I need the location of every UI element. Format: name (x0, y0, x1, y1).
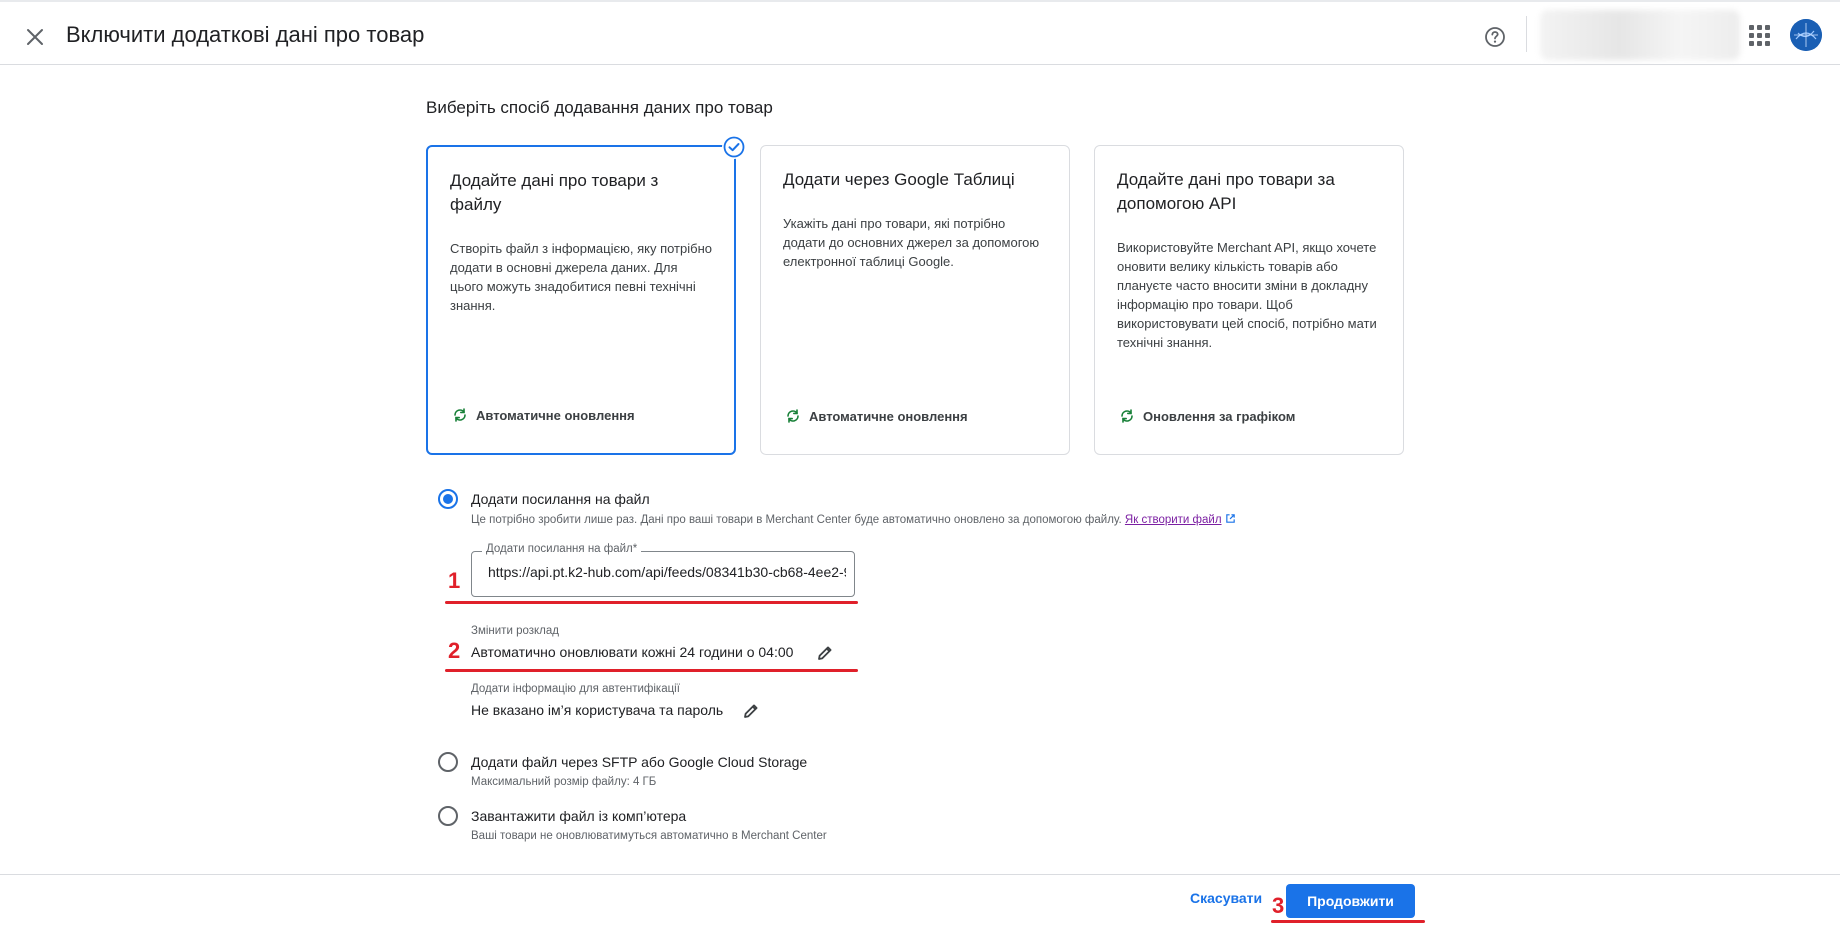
annotation-underline-2 (445, 669, 858, 672)
sync-icon (787, 409, 799, 423)
footer-divider (0, 874, 1840, 875)
schedule-label: Змінити розклад (471, 625, 559, 637)
card-footer: Автоматичне оновлення (785, 408, 968, 424)
annotation-number-3: 3 (1272, 893, 1285, 918)
card-footer: Автоматичне оновлення (452, 407, 635, 423)
schedule-value: Автоматично оновлювати кожні 24 години о… (471, 644, 794, 660)
sync-icon (1121, 409, 1133, 423)
card-title: Додайте дані про товари за допомогою API (1117, 170, 1335, 213)
card-title: Додати через Google Таблиці (783, 170, 1015, 189)
pencil-icon (818, 646, 832, 660)
apps-grid-icon[interactable] (1746, 22, 1772, 48)
radio-sftp[interactable] (438, 752, 458, 772)
top-bar: Включити додаткові дані про товар (0, 0, 1840, 65)
annotation-underline-3 (1271, 920, 1425, 923)
card-footer-label: Оновлення за графіком (1143, 408, 1296, 424)
page-title: Включити додаткові дані про товар (66, 22, 425, 47)
card-description: Укажіть дані про товари, які потрібно до… (783, 216, 1040, 269)
annotation-number-1: 1 (448, 568, 461, 593)
section-heading: Виберіть спосіб додавання даних про това… (426, 98, 773, 117)
cancel-button[interactable]: Скасувати (1190, 890, 1262, 906)
selected-check-icon (722, 135, 746, 159)
card-api[interactable]: Додайте дані про товари за допомогою API… (1094, 145, 1404, 455)
annotation-underline-1 (445, 601, 858, 604)
card-footer-label: Автоматичне оновлення (476, 407, 635, 423)
how-to-create-file-link[interactable]: Як створити файл (1125, 514, 1222, 526)
file-link-field-label: Додати посилання на файл* (482, 543, 642, 555)
help-icon (1485, 27, 1505, 47)
external-link-icon[interactable] (1225, 513, 1236, 524)
option-label-upload: Завантажити файл із комп’ютера (471, 808, 687, 824)
card-description: Створіть файл з інформацією, яку потрібн… (450, 241, 712, 313)
close-icon (27, 29, 43, 45)
avatar-globe-icon (1790, 19, 1822, 51)
radio-upload[interactable] (438, 806, 458, 826)
option-hint-sftp: Максимальний розмір файлу: 4 ГБ (471, 776, 657, 788)
option-hint-add-link: Це потрібно зробити лише раз. Дані про в… (471, 513, 1236, 526)
account-switcher-blurred[interactable] (1540, 10, 1740, 60)
hint-text: Це потрібно зробити лише раз. Дані про в… (471, 514, 1122, 526)
dialog-page: Включити додаткові дані про товар Вибері… (0, 0, 1840, 926)
annotation-number-2: 2 (448, 638, 461, 663)
edit-auth-button[interactable] (740, 700, 762, 722)
option-label-sftp: Додати файл через SFTP або Google Cloud … (471, 754, 808, 770)
card-footer: Оновлення за графіком (1119, 408, 1295, 424)
close-button[interactable] (20, 22, 50, 52)
header-divider (1526, 16, 1527, 52)
continue-button[interactable]: Продовжити (1286, 884, 1415, 918)
card-description: Використовуйте Merchant API, якщо хочете… (1117, 240, 1377, 350)
radio-add-link[interactable] (438, 489, 458, 509)
option-label-add-link: Додати посилання на файл (471, 491, 650, 507)
file-link-input[interactable]: https://api.pt.k2-hub.com/api/feeds/0834… (488, 564, 846, 580)
file-link-field: Додати посилання на файл* https://api.pt… (471, 543, 855, 597)
card-from-file[interactable]: Додайте дані про товари з файлу Створіть… (426, 135, 746, 455)
sync-icon (454, 408, 466, 422)
card-footer-label: Автоматичне оновлення (809, 408, 968, 424)
option-hint-upload: Ваші товари не оновлюватимуться автомати… (471, 830, 827, 842)
help-button[interactable] (1480, 22, 1510, 52)
auth-value: Не вказано ім’я користувача та пароль (471, 702, 724, 718)
auth-label: Додати інформацію для автентифікації (471, 683, 680, 695)
edit-schedule-button[interactable] (814, 642, 836, 664)
pencil-icon (744, 704, 758, 718)
avatar[interactable] (1790, 19, 1822, 51)
card-google-sheets[interactable]: Додати через Google Таблиці Укажіть дані… (760, 145, 1070, 455)
card-title: Додайте дані про товари з файлу (450, 171, 659, 214)
